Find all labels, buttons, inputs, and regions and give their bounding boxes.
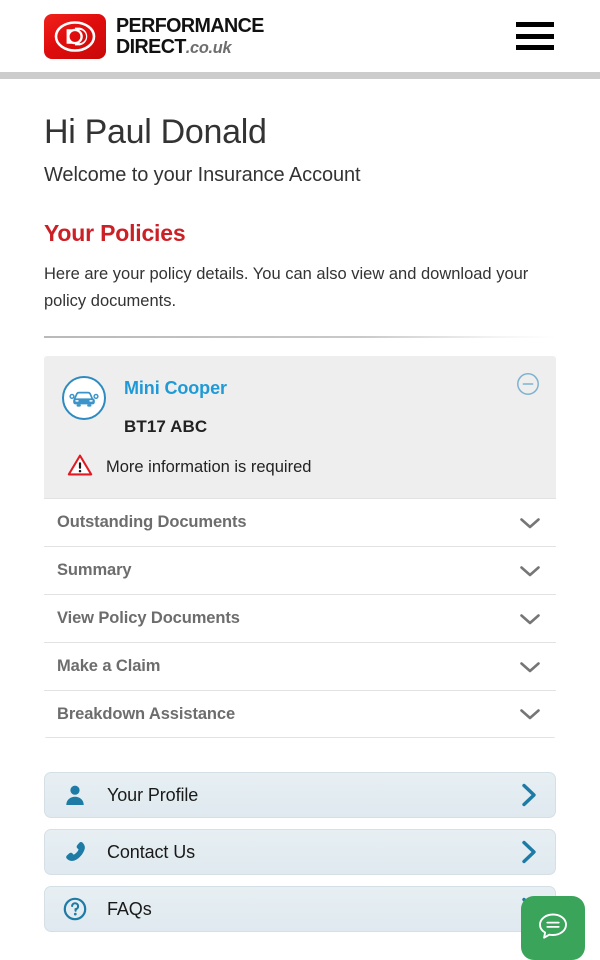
accordion-label: Summary [57, 561, 132, 580]
wordmark-line1: PERFORMANCE [116, 14, 264, 37]
site-header: PERFORMANCE DIRECT .co.uk [0, 0, 600, 72]
chevron-down-icon [519, 612, 541, 626]
performance-direct-logo-mark [44, 13, 106, 59]
chevron-down-icon [519, 564, 541, 578]
circle-minus-icon[interactable] [516, 372, 540, 396]
accordion-label: Breakdown Assistance [57, 704, 236, 723]
page-content: Hi Paul Donald Welcome to your Insurance… [0, 79, 600, 933]
hamburger-bar [516, 33, 554, 39]
policy-vehicle-name[interactable]: Mini Cooper [124, 378, 227, 399]
chevron-right-icon [519, 782, 539, 808]
accordion-item-make-a-claim[interactable]: Make a Claim [44, 642, 556, 691]
policies-section-title: Your Policies [44, 220, 186, 246]
accordion-item-view-policy-documents[interactable]: View Policy Documents [44, 594, 556, 643]
brand-logo[interactable]: PERFORMANCE DIRECT .co.uk [44, 13, 270, 59]
nav-item-label: Your Profile [107, 784, 199, 805]
header-divider-band [0, 72, 600, 79]
accordion-item-outstanding-documents[interactable]: Outstanding Documents [44, 498, 556, 547]
brand-wordmark: PERFORMANCE DIRECT .co.uk [116, 15, 270, 57]
hamburger-menu-icon[interactable] [516, 22, 554, 50]
policies-section-description: Here are your policy details. You can al… [44, 265, 529, 310]
policy-card-header: Mini Cooper BT17 ABC More information is… [44, 356, 556, 498]
warning-triangle-icon [67, 453, 93, 482]
car-front-icon [62, 376, 106, 421]
policy-registration: BT17 ABC [124, 417, 208, 437]
hamburger-bar [516, 22, 554, 27]
phone-icon [61, 840, 89, 864]
chevron-right-icon [519, 839, 539, 865]
accordion-label: Outstanding Documents [57, 513, 247, 532]
wordmark-domain: .co.uk [185, 37, 232, 57]
quick-links-list: Your Profile Contact Us FAQs [44, 772, 556, 933]
nav-item-your-profile[interactable]: Your Profile [44, 772, 556, 819]
wordmark-line2: DIRECT [116, 34, 186, 58]
nav-item-faqs[interactable]: FAQs [44, 886, 556, 933]
hamburger-bar [516, 45, 554, 50]
policy-alert: More information is required [62, 453, 538, 482]
chevron-down-icon [519, 707, 541, 721]
section-divider [44, 336, 556, 339]
chevron-down-icon [519, 516, 541, 530]
accordion-label: View Policy Documents [57, 609, 240, 628]
page-subtitle: Welcome to your Insurance Account [44, 164, 361, 186]
policy-alert-text: More information is required [106, 458, 312, 477]
question-circle-icon [61, 897, 89, 921]
chat-bubble-icon [533, 906, 573, 951]
accordion-item-summary[interactable]: Summary [44, 546, 556, 595]
nav-item-label: Contact Us [107, 841, 196, 862]
chat-widget-button[interactable] [521, 896, 585, 960]
accordion-item-breakdown-assistance[interactable]: Breakdown Assistance [44, 690, 556, 739]
nav-item-label: FAQs [107, 898, 152, 919]
chevron-down-icon [519, 660, 541, 674]
policy-card: Mini Cooper BT17 ABC More information is… [44, 356, 556, 739]
person-icon [61, 783, 89, 807]
nav-item-contact-us[interactable]: Contact Us [44, 829, 556, 876]
page-title: Hi Paul Donald [44, 113, 267, 151]
accordion-label: Make a Claim [57, 657, 161, 676]
